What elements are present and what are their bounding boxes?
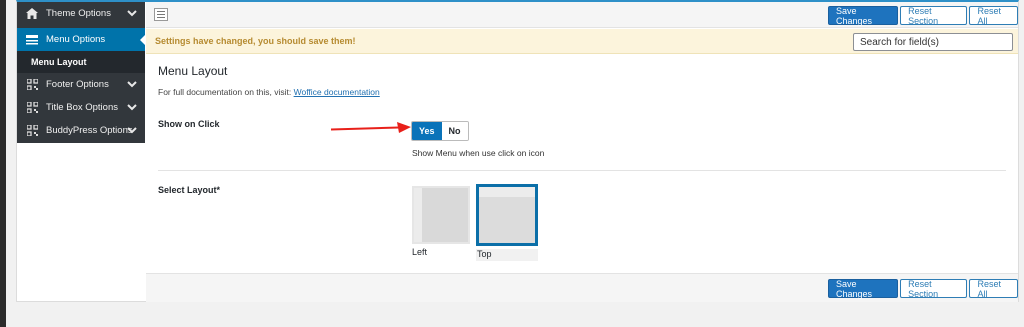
toggle-yes-button[interactable]: Yes bbox=[412, 122, 442, 140]
save-changes-button[interactable]: Save Changes bbox=[828, 279, 899, 299]
select-layout-label: Select Layout* bbox=[158, 185, 221, 195]
sidebar-item-label: Footer Options bbox=[46, 79, 109, 90]
red-arrow-annotation bbox=[330, 122, 411, 133]
sidebar-item-label: Title Box Options bbox=[46, 102, 118, 113]
show-on-click-label: Show on Click bbox=[158, 119, 220, 129]
chevron-down-icon bbox=[127, 10, 137, 17]
sidebar-subitem-menu-layout[interactable]: Menu Layout bbox=[17, 51, 145, 73]
show-on-click-description: Show Menu when use click on icon bbox=[412, 148, 545, 158]
grid-icon bbox=[25, 125, 39, 137]
show-on-click-toggle: Yes No bbox=[411, 121, 469, 141]
sidebar-item-title-box-options[interactable]: Title Box Options bbox=[17, 96, 145, 119]
layout-top-thumbnail bbox=[476, 184, 538, 246]
sidebar-item-buddypress-options[interactable]: BuddyPress Options bbox=[17, 119, 145, 142]
toggle-no-button[interactable]: No bbox=[441, 122, 468, 140]
left-edge-strip bbox=[0, 0, 6, 327]
sidebar-item-footer-options[interactable]: Footer Options bbox=[17, 73, 145, 96]
layout-option-caption: Top bbox=[476, 249, 538, 261]
sidebar-item-label: BuddyPress Options bbox=[46, 125, 133, 136]
documentation-link[interactable]: Woffice documentation bbox=[294, 87, 380, 97]
section-divider bbox=[158, 170, 1006, 171]
chevron-down-icon bbox=[127, 81, 137, 88]
expand-icon bbox=[157, 11, 165, 18]
chevron-down-icon bbox=[127, 127, 137, 134]
layout-option-left[interactable]: Left bbox=[412, 186, 470, 259]
reset-all-button[interactable]: Reset All bbox=[969, 6, 1019, 26]
bottom-button-group: Save Changes Reset Section Reset All bbox=[826, 279, 1019, 299]
layout-left-thumbnail bbox=[412, 186, 470, 244]
sidebar-subitem-label: Menu Layout bbox=[31, 57, 87, 67]
bottom-action-bar: Save Changes Reset Section Reset All bbox=[146, 273, 1019, 302]
save-changes-button[interactable]: Save Changes bbox=[828, 6, 899, 26]
sidebar-item-label: Menu Options bbox=[46, 34, 106, 45]
sidebar-item-label: Theme Options bbox=[46, 8, 111, 19]
grid-icon bbox=[25, 79, 39, 91]
sidebar-item-theme-options[interactable]: Theme Options bbox=[17, 2, 145, 25]
expand-options-button[interactable] bbox=[154, 8, 168, 21]
top-button-group: Save Changes Reset Section Reset All bbox=[826, 6, 1019, 26]
page-title: Menu Layout bbox=[158, 64, 228, 78]
search-input[interactable] bbox=[853, 33, 1013, 51]
documentation-prefix: For full documentation on this, visit: bbox=[158, 87, 292, 97]
reset-section-button[interactable]: Reset Section bbox=[900, 279, 968, 299]
reset-section-button[interactable]: Reset Section bbox=[900, 6, 968, 26]
section-content: Menu Layout For full documentation on th… bbox=[146, 55, 1018, 273]
layout-option-top[interactable]: Top bbox=[476, 184, 538, 261]
grid-icon bbox=[25, 102, 39, 114]
options-sidebar: Theme Options Menu Options Menu Layout F… bbox=[17, 2, 146, 143]
documentation-line: For full documentation on this, visit: W… bbox=[158, 87, 380, 97]
layout-option-caption: Left bbox=[412, 247, 428, 257]
top-action-bar: Save Changes Reset Section Reset All bbox=[146, 2, 1019, 28]
menu-icon bbox=[25, 34, 39, 46]
sidebar-item-menu-options[interactable]: Menu Options bbox=[17, 28, 146, 51]
chevron-down-icon bbox=[127, 104, 137, 111]
home-icon bbox=[25, 8, 39, 20]
reset-all-button[interactable]: Reset All bbox=[969, 279, 1019, 299]
